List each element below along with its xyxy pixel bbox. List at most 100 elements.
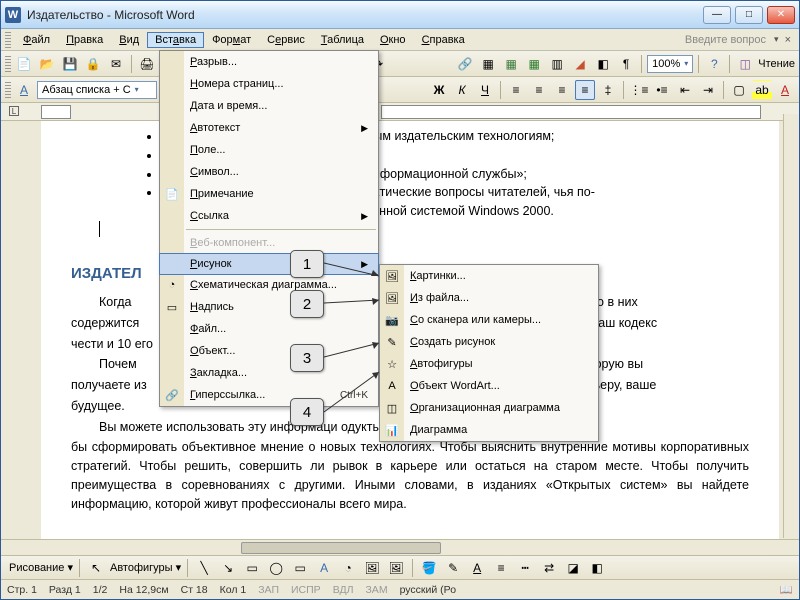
- show-formatting-button[interactable]: ¶: [616, 54, 636, 74]
- align-left-button[interactable]: ≡: [506, 80, 526, 100]
- bold-button[interactable]: Ж: [429, 80, 449, 100]
- insert-menu-item[interactable]: Номера страниц...: [160, 73, 378, 95]
- wordart-tool[interactable]: A: [314, 558, 334, 578]
- print-button[interactable]: 🖨: [137, 54, 157, 74]
- highlight-button[interactable]: ab: [752, 80, 772, 100]
- tables-button[interactable]: ▦: [478, 54, 498, 74]
- increase-indent-button[interactable]: ⇥: [698, 80, 718, 100]
- autoshapes-menu[interactable]: Автофигуры ▾: [110, 561, 181, 574]
- insert-menu-item[interactable]: 📄Примечание: [160, 183, 378, 205]
- line-color-button[interactable]: ✎: [443, 558, 463, 578]
- drawing-toolbar-button[interactable]: ◢: [570, 54, 590, 74]
- mail-button[interactable]: ✉: [106, 54, 126, 74]
- minimize-button[interactable]: —: [703, 6, 731, 24]
- justify-button[interactable]: ≡: [575, 80, 595, 100]
- line-spacing-button[interactable]: ‡: [598, 80, 618, 100]
- insert-menu-item[interactable]: Автотекст▶: [160, 117, 378, 139]
- picture-menu-item[interactable]: 🖼Картинки...: [380, 265, 598, 287]
- line-tool[interactable]: ╲: [194, 558, 214, 578]
- reading-layout-button[interactable]: Чтение: [758, 58, 795, 70]
- menu-window[interactable]: Окно: [372, 32, 414, 48]
- underline-button[interactable]: Ч: [475, 80, 495, 100]
- toolbar-grip[interactable]: [5, 56, 11, 72]
- fill-color-button[interactable]: 🪣: [419, 558, 439, 578]
- insert-menu-item[interactable]: 🔗Гиперссылка...Ctrl+K: [160, 384, 378, 406]
- italic-button[interactable]: К: [452, 80, 472, 100]
- style-combo[interactable]: Абзац списка + С▾: [37, 81, 157, 99]
- rectangle-tool[interactable]: ▭: [242, 558, 262, 578]
- arrow-style-button[interactable]: ⇄: [539, 558, 559, 578]
- picture-menu-item[interactable]: 🖼Из файла...: [380, 287, 598, 309]
- help-question-box[interactable]: Введите вопрос: [685, 34, 766, 46]
- menu-format[interactable]: Формат: [204, 32, 259, 48]
- numbering-button[interactable]: ⋮≡: [629, 80, 649, 100]
- font-color-draw-button[interactable]: A: [467, 558, 487, 578]
- insert-menu-item[interactable]: ▭Надпись: [160, 296, 378, 318]
- picture-menu-item[interactable]: ◫Организационная диаграмма: [380, 397, 598, 419]
- open-button[interactable]: 📂: [37, 54, 57, 74]
- 3d-button[interactable]: ◧: [587, 558, 607, 578]
- menu-table[interactable]: Таблица: [313, 32, 372, 48]
- styles-pane-button[interactable]: A: [14, 80, 34, 100]
- bullets-button[interactable]: •≡: [652, 80, 672, 100]
- hyperlink-button[interactable]: 🔗: [455, 54, 475, 74]
- maximize-button[interactable]: □: [735, 6, 763, 24]
- insert-menu-item[interactable]: Дата и время...: [160, 95, 378, 117]
- status-rec[interactable]: ЗАП: [258, 584, 279, 596]
- insert-menu-item[interactable]: Рисунок▶: [159, 253, 379, 275]
- status-ext[interactable]: ВДЛ: [333, 584, 354, 596]
- status-lang[interactable]: русский (Ро: [400, 584, 456, 596]
- menubar-grip[interactable]: [5, 32, 11, 48]
- borders-button[interactable]: ▢: [729, 80, 749, 100]
- zoom-combo[interactable]: 100%▾: [647, 55, 693, 73]
- picture-menu-item[interactable]: 📷Со сканера или камеры...: [380, 309, 598, 331]
- menu-edit[interactable]: Правка: [58, 32, 111, 48]
- oval-tool[interactable]: ◯: [266, 558, 286, 578]
- help-button[interactable]: ?: [704, 54, 724, 74]
- clipart-tool[interactable]: 🖼: [362, 558, 382, 578]
- insert-menu-item[interactable]: Символ...: [160, 161, 378, 183]
- insert-menu-item[interactable]: ◔Схематическая диаграмма...: [160, 274, 378, 296]
- insert-menu-item[interactable]: Закладка...: [160, 362, 378, 384]
- picture-tool[interactable]: 🖼: [386, 558, 406, 578]
- horizontal-scrollbar[interactable]: [1, 539, 799, 555]
- line-style-button[interactable]: ≡: [491, 558, 511, 578]
- scrollbar-thumb[interactable]: [241, 542, 441, 554]
- picture-menu-item[interactable]: ✎Создать рисунок: [380, 331, 598, 353]
- status-ovr[interactable]: ЗАМ: [365, 584, 387, 596]
- menu-file[interactable]: Файл: [15, 32, 58, 48]
- tab-selector[interactable]: L: [9, 106, 19, 116]
- insert-menu-item[interactable]: Объект...: [160, 340, 378, 362]
- picture-menu-item[interactable]: ☆Автофигуры: [380, 353, 598, 375]
- insert-menu-item[interactable]: Файл...: [160, 318, 378, 340]
- menu-insert[interactable]: Вставка: [147, 32, 204, 48]
- status-trk[interactable]: ИСПР: [291, 584, 321, 596]
- font-color-button[interactable]: A: [775, 80, 795, 100]
- reading-layout-icon[interactable]: ◫: [735, 54, 755, 74]
- close-button[interactable]: ✕: [767, 6, 795, 24]
- insert-table-button[interactable]: ▦: [501, 54, 521, 74]
- question-dropdown[interactable]: ▾: [772, 34, 781, 45]
- columns-button[interactable]: ▥: [547, 54, 567, 74]
- excel-button[interactable]: ▦: [524, 54, 544, 74]
- menu-help[interactable]: Справка: [414, 32, 473, 48]
- dash-style-button[interactable]: ┅: [515, 558, 535, 578]
- doc-close-button[interactable]: ×: [781, 34, 795, 46]
- select-objects-button[interactable]: ↖: [86, 558, 106, 578]
- insert-menu-item[interactable]: Ссылка▶: [160, 205, 378, 227]
- save-button[interactable]: 💾: [60, 54, 80, 74]
- picture-menu-item[interactable]: 📊Диаграмма: [380, 419, 598, 441]
- menu-view[interactable]: Вид: [111, 32, 147, 48]
- decrease-indent-button[interactable]: ⇤: [675, 80, 695, 100]
- diagram-tool[interactable]: ◔: [338, 558, 358, 578]
- horizontal-ruler[interactable]: L: [1, 103, 799, 121]
- arrow-tool[interactable]: ↘: [218, 558, 238, 578]
- permissions-button[interactable]: 🔒: [83, 54, 103, 74]
- status-spellcheck-icon[interactable]: 📖: [780, 583, 793, 596]
- doc-map-button[interactable]: ◧: [593, 54, 613, 74]
- menu-tools[interactable]: Сервис: [259, 32, 313, 48]
- toolbar2-grip[interactable]: [5, 82, 11, 98]
- align-center-button[interactable]: ≡: [529, 80, 549, 100]
- insert-menu-item[interactable]: Разрыв...: [160, 51, 378, 73]
- picture-menu-item[interactable]: AОбъект WordArt...: [380, 375, 598, 397]
